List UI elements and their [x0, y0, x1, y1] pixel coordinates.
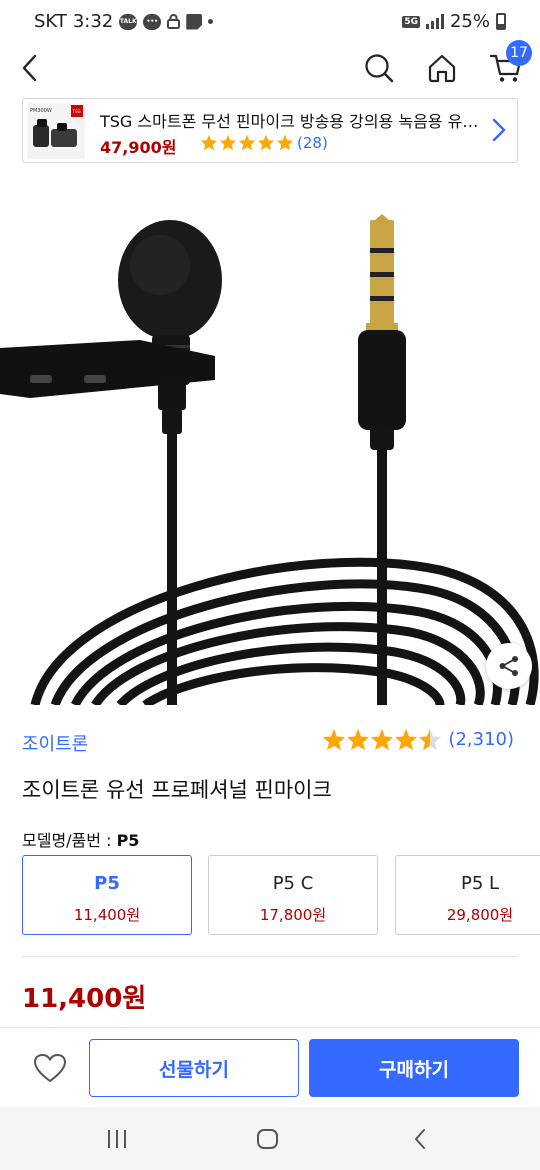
star-icon	[371, 729, 394, 750]
flipboard-notification-icon	[186, 13, 203, 30]
star-icon	[238, 134, 256, 151]
status-bar: SKT 3:32 TALK ••• 5G 25%	[0, 0, 540, 46]
related-product-thumbnail: PM300W TSG	[27, 103, 85, 159]
cart-button[interactable]: 17	[488, 40, 532, 86]
option-selector: P5 11,400원 P5 C 17,800원 P5 L 29,800원	[22, 855, 540, 935]
option-name: P5 C	[272, 873, 314, 894]
talk-notification-icon: TALK	[119, 13, 138, 30]
final-price: 11,400원	[22, 984, 147, 1014]
star-icon	[323, 729, 346, 750]
option-name: P5	[94, 873, 120, 894]
status-right: 5G 25%	[402, 11, 506, 32]
related-product-price: 47,900원	[100, 138, 177, 157]
product-image[interactable]	[0, 180, 540, 709]
option-p5-c[interactable]: P5 C 17,800원	[208, 855, 378, 935]
model-label-text: 모델명/품번 :	[22, 831, 117, 850]
product-rating[interactable]: (2,310)	[322, 728, 514, 751]
option-p5[interactable]: P5 11,400원	[22, 855, 192, 935]
related-product-stars	[200, 134, 294, 151]
option-price: 11,400원	[73, 906, 141, 924]
option-price: 29,800원	[446, 906, 514, 924]
star-icon	[395, 729, 418, 750]
system-back-button[interactable]	[400, 1123, 440, 1155]
search-icon	[365, 54, 394, 83]
status-left: SKT 3:32 TALK •••	[34, 11, 214, 32]
review-count: (2,310)	[448, 729, 514, 750]
back-icon	[22, 54, 37, 82]
system-back-icon	[415, 1129, 425, 1149]
model-value: P5	[116, 831, 140, 850]
signal-icon	[425, 14, 444, 29]
brand-link[interactable]: 조이트론	[22, 730, 88, 756]
share-button[interactable]	[486, 643, 532, 689]
lock-icon	[167, 14, 181, 29]
half-star-icon	[419, 729, 442, 750]
star-icon	[276, 134, 294, 151]
thumb-model-text: PM300W	[30, 108, 52, 114]
network-type-icon: 5G	[402, 15, 420, 28]
product-title: 조이트론 유선 프로페셔널 핀마이크	[22, 778, 332, 802]
rating-stars	[322, 728, 442, 751]
related-product-title: TSG 스마트폰 무선 핀마이크 방송용 강의용 녹음용 유튜브	[100, 112, 480, 131]
buy-button[interactable]: 구매하기	[309, 1039, 519, 1097]
star-icon	[219, 134, 237, 151]
home-icon	[428, 54, 456, 83]
model-label: 모델명/품번 : P5	[22, 827, 139, 851]
option-name: P5 L	[460, 873, 500, 894]
system-nav-bar	[0, 1107, 540, 1170]
option-price: 17,800원	[259, 906, 327, 924]
star-icon	[257, 134, 275, 151]
star-icon	[347, 729, 370, 750]
divider	[22, 956, 518, 957]
message-notification-icon: •••	[143, 13, 162, 30]
battery-percent: 25%	[449, 11, 490, 32]
related-product-banner[interactable]: PM300W TSG TSG 스마트폰 무선 핀마이크 방송용 강의용 녹음용 …	[22, 98, 518, 163]
share-icon	[499, 656, 518, 676]
more-notifications-icon	[208, 19, 214, 24]
heart-icon	[33, 1053, 67, 1083]
wishlist-button[interactable]	[28, 1048, 72, 1088]
home-circle-icon	[257, 1129, 278, 1149]
search-button[interactable]	[361, 50, 397, 86]
chevron-right-icon	[492, 118, 506, 142]
bottom-action-bar: 선물하기 구매하기	[0, 1027, 540, 1107]
clock: 3:32	[72, 11, 114, 32]
star-icon	[200, 134, 218, 151]
back-button[interactable]	[12, 50, 48, 86]
battery-icon	[496, 13, 506, 30]
cart-count-badge: 17	[506, 40, 532, 66]
recent-apps-icon	[108, 1130, 126, 1148]
top-nav: 17	[0, 40, 540, 90]
option-p5-l[interactable]: P5 L 29,800원	[395, 855, 540, 935]
home-button[interactable]	[424, 50, 460, 86]
home-nav-button[interactable]	[248, 1123, 288, 1155]
thumb-brand-text: TSG	[72, 109, 81, 114]
gift-button[interactable]: 선물하기	[89, 1039, 299, 1097]
recent-apps-button[interactable]	[97, 1123, 137, 1155]
carrier-label: SKT	[34, 11, 67, 32]
related-product-review-count: (28)	[297, 134, 328, 152]
